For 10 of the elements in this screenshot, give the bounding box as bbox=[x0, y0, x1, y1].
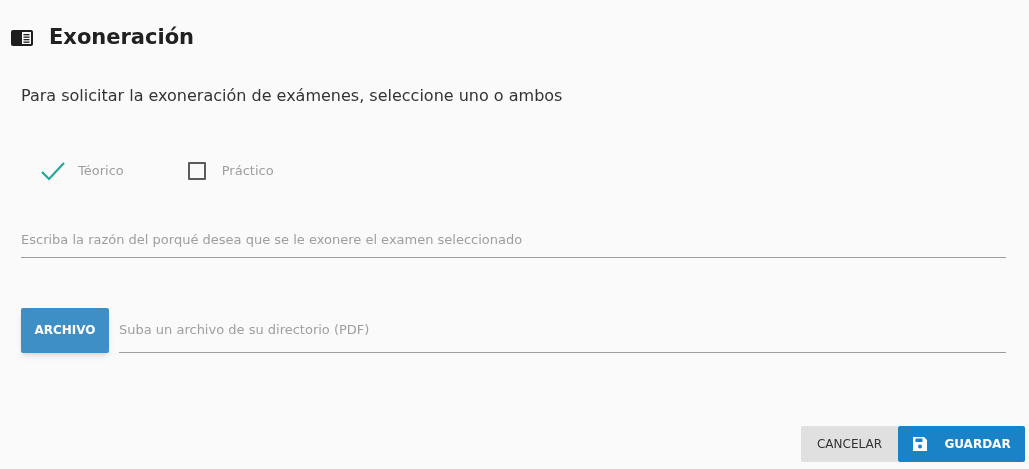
file-field[interactable]: Suba un archivo de su directorio (PDF) bbox=[119, 307, 1006, 353]
cancel-button[interactable]: CANCELAR bbox=[801, 426, 898, 462]
checkbox-option[interactable]: Téorico bbox=[40, 159, 124, 182]
file-button[interactable]: ARCHIVO bbox=[21, 307, 109, 353]
save-button[interactable]: GUARDAR bbox=[898, 426, 1025, 462]
book-icon bbox=[11, 29, 33, 46]
checkbox-option[interactable]: Práctico bbox=[183, 159, 274, 182]
reason-field[interactable]: Escriba la razón del porqué desea que se le exonere el examen seleccionado bbox=[21, 221, 1006, 258]
page-title: Exoneración bbox=[49, 24, 195, 51]
instruction-text: Para solicitar la exoneración de exámenes, seleccione uno o ambos bbox=[21, 84, 564, 107]
